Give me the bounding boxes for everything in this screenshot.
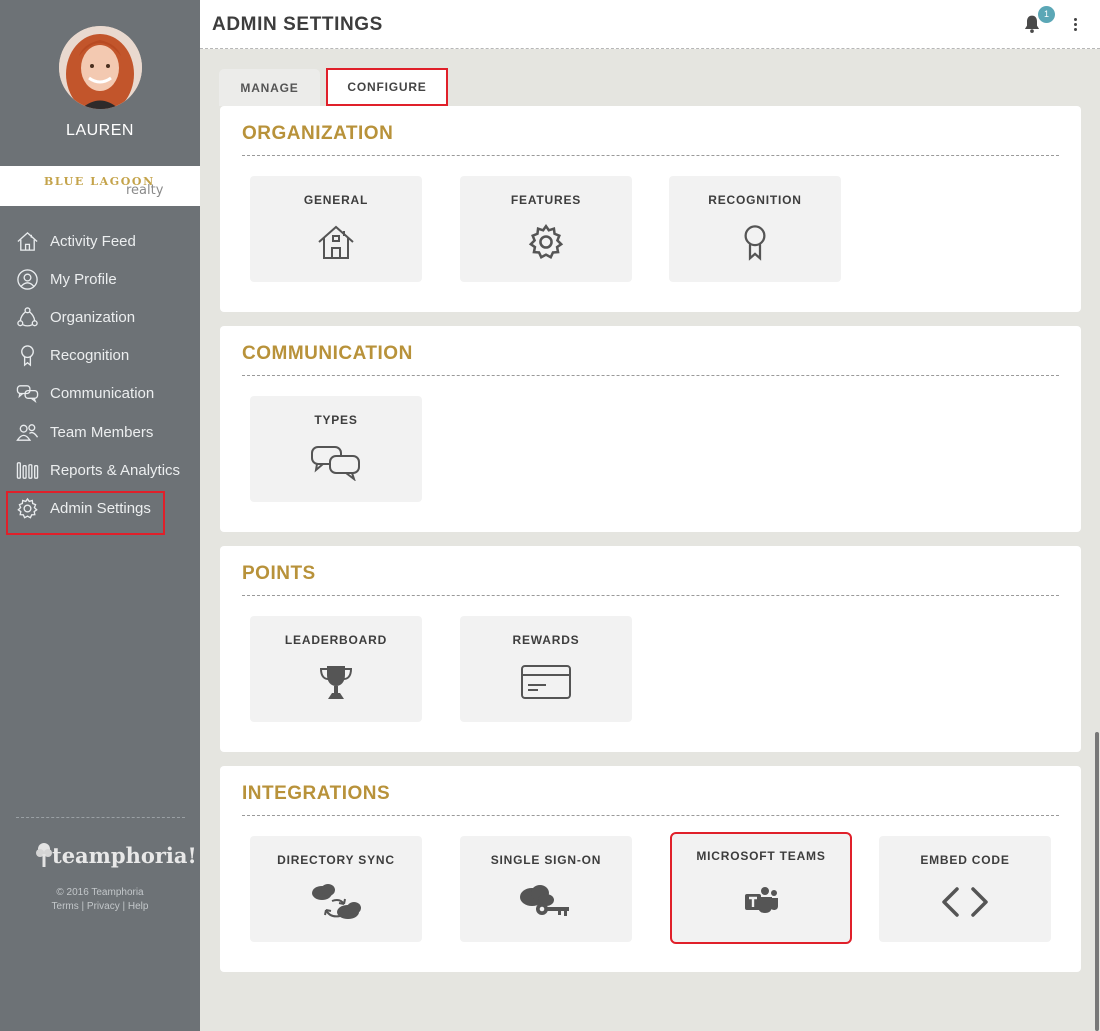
sidebar-item-label: My Profile xyxy=(50,270,117,288)
trophy-icon xyxy=(314,662,358,702)
user-name[interactable]: LAUREN xyxy=(0,122,200,140)
copyright-text: © 2016 Teamphoria xyxy=(56,887,144,898)
legal-separator: | xyxy=(122,901,126,912)
card-label: EMBED CODE xyxy=(920,853,1010,867)
notification-badge[interactable]: 1 xyxy=(1038,6,1055,23)
sidebar-item-label: Team Members xyxy=(50,423,154,441)
avatar[interactable] xyxy=(59,26,142,109)
card-label: MICROSOFT TEAMS xyxy=(696,849,826,863)
legal-links: Terms | Privacy | Help xyxy=(0,900,200,914)
teams-icon xyxy=(739,880,783,920)
card-single-sign-on[interactable]: SINGLE SIGN-ON xyxy=(460,836,632,942)
section-divider xyxy=(242,375,1059,376)
section-communication: COMMUNICATION TYPES xyxy=(220,326,1081,532)
section-divider xyxy=(242,595,1059,596)
cloud-key-icon xyxy=(518,882,574,922)
card-directory-sync[interactable]: DIRECTORY SYNC xyxy=(250,836,422,942)
terms-link[interactable]: Terms xyxy=(52,901,79,912)
ribbon-icon xyxy=(733,222,777,262)
teamphoria-logo-text: teamphoria! xyxy=(52,843,197,868)
card-label: RECOGNITION xyxy=(708,193,802,207)
sidebar-item-my-profile[interactable]: My Profile xyxy=(0,260,200,298)
card-label: SINGLE SIGN-ON xyxy=(490,853,602,867)
top-header: ADMIN SETTINGS 1 xyxy=(200,0,1100,49)
card-label: TYPES xyxy=(314,413,358,427)
sidebar-nav: Activity Feed My Profile Organization Re… xyxy=(0,222,200,536)
sidebar-item-communication[interactable]: Communication xyxy=(0,375,200,413)
ribbon-icon xyxy=(15,343,40,368)
brand-logo-sub: realty xyxy=(126,183,164,198)
teamphoria-logo[interactable]: teamphoria! xyxy=(36,842,197,868)
section-organization: ORGANIZATION GENERAL FEATURES RECOGNITIO… xyxy=(220,106,1081,312)
card-rewards[interactable]: REWARDS xyxy=(460,616,632,722)
sidebar-item-label: Organization xyxy=(50,308,136,326)
sidebar-item-label: Activity Feed xyxy=(50,232,136,250)
sidebar-item-admin-settings[interactable]: Admin Settings xyxy=(0,489,200,536)
card-embed-code[interactable]: EMBED CODE xyxy=(879,836,1051,942)
section-title: ORGANIZATION xyxy=(242,123,394,144)
card-recognition[interactable]: RECOGNITION xyxy=(669,176,841,282)
chat-bubbles-icon xyxy=(310,442,362,482)
scrollbar[interactable] xyxy=(1095,732,1099,1031)
card-label: FEATURES xyxy=(510,193,582,207)
card-microsoft-teams[interactable]: MICROSOFT TEAMS xyxy=(670,832,852,944)
section-title: INTEGRATIONS xyxy=(242,783,391,804)
sidebar-item-label: Reports & Analytics xyxy=(50,461,181,479)
home-icon xyxy=(15,229,40,254)
sidebar: LAUREN BLUE LAGOON realty Activity Feed … xyxy=(0,0,200,1031)
tab-manage[interactable]: MANAGE xyxy=(219,69,320,106)
card-label: GENERAL xyxy=(303,193,369,207)
sidebar-item-activity-feed[interactable]: Activity Feed xyxy=(0,222,200,260)
brand-logo: BLUE LAGOON realty xyxy=(0,166,200,206)
legal-separator: | xyxy=(81,901,85,912)
section-title: COMMUNICATION xyxy=(242,343,413,364)
highlight-box xyxy=(6,491,165,536)
card-label: REWARDS xyxy=(512,633,580,647)
card-label: DIRECTORY SYNC xyxy=(277,853,395,867)
house-icon xyxy=(314,222,358,262)
sidebar-item-team-members[interactable]: Team Members xyxy=(0,413,200,451)
chat-icon xyxy=(15,381,40,406)
teamphoria-tree-icon xyxy=(36,843,52,867)
avatar-photo-icon xyxy=(59,26,142,109)
sidebar-item-recognition[interactable]: Recognition xyxy=(0,337,200,375)
page-title: ADMIN SETTINGS xyxy=(212,14,383,35)
gear-icon xyxy=(524,222,568,262)
sidebar-item-label: Recognition xyxy=(50,347,130,365)
user-icon xyxy=(15,267,40,292)
privacy-link[interactable]: Privacy xyxy=(87,901,120,912)
card-features[interactable]: FEATURES xyxy=(460,176,632,282)
sidebar-item-label: Communication xyxy=(50,385,155,403)
section-divider xyxy=(242,815,1059,816)
card-leaderboard[interactable]: LEADERBOARD xyxy=(250,616,422,722)
sidebar-item-reports-analytics[interactable]: Reports & Analytics xyxy=(0,451,200,489)
card-label: LEADERBOARD xyxy=(284,633,388,647)
tab-configure[interactable]: CONFIGURE xyxy=(326,68,448,106)
organization-icon xyxy=(15,305,40,330)
more-menu-icon[interactable] xyxy=(1066,14,1084,34)
bars-icon xyxy=(15,458,40,483)
sidebar-item-organization[interactable]: Organization xyxy=(0,298,200,336)
card-general[interactable]: GENERAL xyxy=(250,176,422,282)
help-link[interactable]: Help xyxy=(128,901,149,912)
section-points: POINTS LEADERBOARD REWARDS xyxy=(220,546,1081,752)
section-title: POINTS xyxy=(242,563,316,584)
card-icon xyxy=(520,662,572,702)
sidebar-divider xyxy=(16,817,185,818)
code-icon xyxy=(939,882,991,922)
cloud-sync-icon xyxy=(310,882,362,922)
card-types[interactable]: TYPES xyxy=(250,396,422,502)
team-icon xyxy=(15,420,40,445)
section-integrations: INTEGRATIONS DIRECTORY SYNC SINGLE SIGN-… xyxy=(220,766,1081,972)
section-divider xyxy=(242,155,1059,156)
